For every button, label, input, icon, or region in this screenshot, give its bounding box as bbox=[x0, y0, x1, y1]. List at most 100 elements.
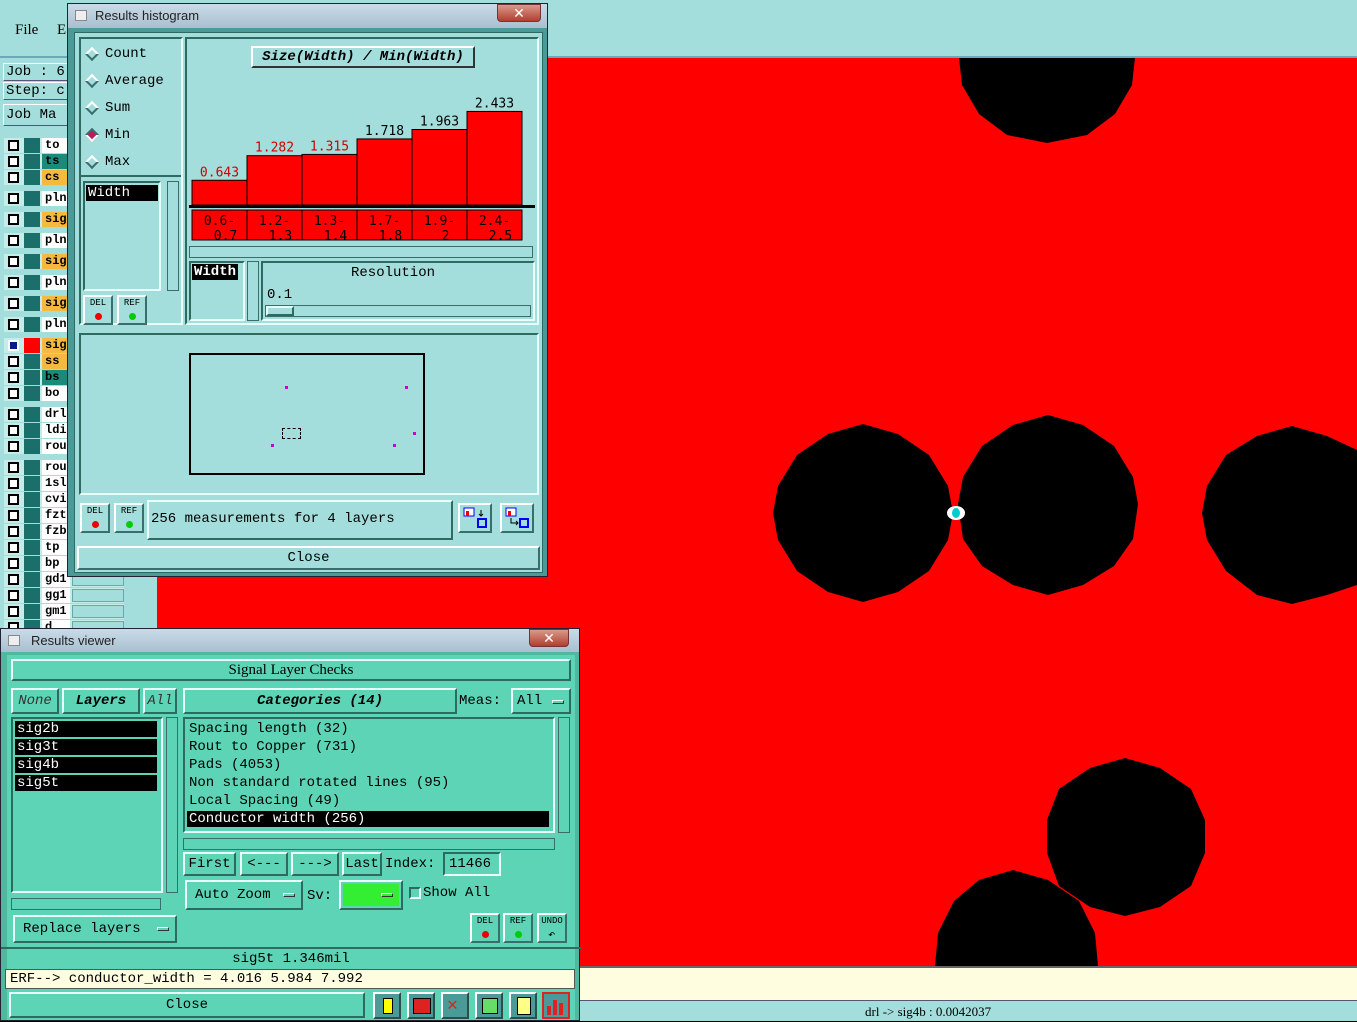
histogram-close-button[interactable]: Close bbox=[77, 546, 540, 570]
close-icon[interactable]: ✕ bbox=[529, 629, 569, 647]
layer-checkbox[interactable] bbox=[8, 558, 19, 569]
resolution-attr-list[interactable]: Width bbox=[189, 261, 245, 321]
auto-zoom-dropdown[interactable]: Auto Zoom bbox=[185, 880, 303, 910]
layer-checkbox[interactable] bbox=[8, 542, 19, 553]
layer-checkbox[interactable] bbox=[8, 462, 19, 473]
viewer-close-button[interactable]: Close bbox=[9, 992, 365, 1018]
none-button[interactable]: None bbox=[11, 688, 59, 714]
layer-checkbox[interactable] bbox=[8, 372, 19, 383]
layer-checkbox[interactable] bbox=[8, 494, 19, 505]
show-all-checkbox[interactable] bbox=[409, 887, 421, 899]
sv-color-dropdown[interactable] bbox=[339, 880, 403, 910]
histogram-bar[interactable] bbox=[466, 110, 523, 206]
histogram-titlebar[interactable]: Results histogram ✕ bbox=[68, 4, 547, 28]
radio-indicator[interactable] bbox=[84, 46, 100, 62]
undo-button[interactable]: UNDO ↶ bbox=[537, 913, 567, 943]
attribute-item-width[interactable]: Width bbox=[86, 185, 158, 201]
mode-radio-sum[interactable]: Sum bbox=[84, 99, 181, 119]
layer-checkbox[interactable] bbox=[8, 356, 19, 367]
categories-h-scrollbar[interactable] bbox=[183, 838, 555, 850]
chart-h-scrollbar[interactable] bbox=[189, 246, 533, 258]
radio-indicator[interactable] bbox=[84, 100, 100, 116]
radio-indicator[interactable] bbox=[84, 154, 100, 170]
job-manager-button[interactable]: Job Ma bbox=[3, 104, 73, 126]
layer-checkbox[interactable] bbox=[8, 510, 19, 521]
layer-checkbox[interactable] bbox=[8, 277, 19, 288]
export-chart-icon[interactable] bbox=[500, 503, 534, 533]
layer-checkbox[interactable] bbox=[8, 606, 19, 617]
category-item[interactable]: Pads (4053) bbox=[187, 757, 549, 773]
layer-checkbox[interactable] bbox=[8, 172, 19, 183]
ref-button[interactable]: REF bbox=[117, 295, 147, 325]
close-icon[interactable]: ✕ bbox=[497, 4, 541, 22]
toolbar-tool-icon-4[interactable] bbox=[475, 992, 503, 1019]
radio-indicator[interactable] bbox=[84, 73, 100, 89]
prev-button[interactable]: <--- bbox=[240, 852, 288, 876]
replace-layers-dropdown[interactable]: Replace layers bbox=[13, 915, 177, 943]
layer-checkbox[interactable] bbox=[8, 526, 19, 537]
layer-checkbox[interactable] bbox=[8, 156, 19, 167]
mode-radio-min[interactable]: Min bbox=[84, 126, 181, 146]
layers-button[interactable]: Layers bbox=[62, 688, 140, 714]
layer-checkbox[interactable] bbox=[8, 574, 19, 585]
category-item[interactable]: Rout to Copper (731) bbox=[187, 739, 549, 755]
first-button[interactable]: First bbox=[183, 852, 236, 876]
layer-checkbox[interactable] bbox=[8, 140, 19, 151]
layer-checkbox[interactable] bbox=[8, 441, 19, 452]
layer-checkbox[interactable] bbox=[8, 388, 19, 399]
resolution-scrollbar[interactable] bbox=[247, 261, 259, 321]
toolbar-tool-icon-2[interactable] bbox=[407, 992, 435, 1019]
menu-file[interactable]: File bbox=[15, 22, 38, 39]
histogram-bar[interactable] bbox=[246, 155, 303, 206]
mode-radio-count[interactable]: Count bbox=[84, 45, 181, 65]
layer-list-item[interactable]: sig5t bbox=[15, 775, 157, 791]
layer-checkbox[interactable] bbox=[8, 193, 19, 204]
attribute-list[interactable]: Width bbox=[83, 181, 161, 291]
layer-checkbox[interactable] bbox=[8, 256, 19, 267]
ref-button[interactable]: REF bbox=[114, 503, 144, 533]
layer-list-item[interactable]: sig4b bbox=[15, 757, 157, 773]
del-button[interactable]: DEL bbox=[80, 503, 110, 533]
resolution-attr-width[interactable]: Width bbox=[192, 264, 238, 280]
layer-list-item[interactable]: sig3t bbox=[15, 739, 157, 755]
histogram-bar[interactable] bbox=[301, 153, 358, 206]
chart-options-icon[interactable] bbox=[458, 503, 492, 533]
meas-dropdown[interactable]: All bbox=[511, 688, 571, 714]
attribute-scrollbar[interactable] bbox=[167, 181, 179, 291]
toolbar-tool-icon-1[interactable] bbox=[373, 992, 401, 1019]
categories-scrollbar[interactable] bbox=[558, 717, 570, 833]
layer-checkbox[interactable] bbox=[8, 409, 19, 420]
viewer-titlebar[interactable]: Results viewer ✕ bbox=[1, 629, 579, 652]
toolbar-histogram-icon[interactable] bbox=[542, 992, 570, 1019]
layer-checkbox[interactable] bbox=[8, 478, 19, 489]
layer-slot[interactable] bbox=[72, 589, 124, 602]
menu-edit[interactable]: E bbox=[57, 22, 66, 39]
layer-list-scrollbar[interactable] bbox=[166, 717, 178, 893]
toolbar-report-icon[interactable] bbox=[509, 992, 537, 1019]
histogram-bar[interactable] bbox=[191, 179, 248, 206]
last-button[interactable]: Last bbox=[342, 852, 382, 876]
layer-checkbox[interactable] bbox=[8, 298, 19, 309]
category-item[interactable]: Spacing length (32) bbox=[187, 721, 549, 737]
category-item[interactable]: Non standard rotated lines (95) bbox=[187, 775, 549, 791]
mode-radio-average[interactable]: Average bbox=[84, 72, 181, 92]
layer-checkbox[interactable] bbox=[8, 340, 19, 351]
preview-box[interactable] bbox=[189, 353, 425, 475]
layer-list-item[interactable]: sig2b bbox=[15, 721, 157, 737]
category-item[interactable]: Local Spacing (49) bbox=[187, 793, 549, 809]
layer-checkbox[interactable] bbox=[8, 425, 19, 436]
layer-row[interactable]: gm1 bbox=[4, 604, 124, 619]
histogram-bar[interactable] bbox=[356, 138, 413, 206]
del-button[interactable]: DEL bbox=[83, 295, 113, 325]
layer-checkbox[interactable] bbox=[8, 319, 19, 330]
next-button[interactable]: ---> bbox=[291, 852, 339, 876]
toolbar-disabled-icon[interactable]: ✕ bbox=[441, 992, 469, 1019]
category-item[interactable]: Conductor width (256) bbox=[187, 811, 549, 827]
layer-list[interactable]: sig2b sig3t sig4b sig5t bbox=[11, 717, 163, 893]
resolution-slider[interactable] bbox=[265, 305, 531, 317]
layer-checkbox[interactable] bbox=[8, 214, 19, 225]
mode-radio-max[interactable]: Max bbox=[84, 153, 181, 173]
all-button[interactable]: All bbox=[143, 688, 177, 714]
radio-indicator[interactable] bbox=[84, 127, 100, 143]
layer-checkbox[interactable] bbox=[8, 235, 19, 246]
